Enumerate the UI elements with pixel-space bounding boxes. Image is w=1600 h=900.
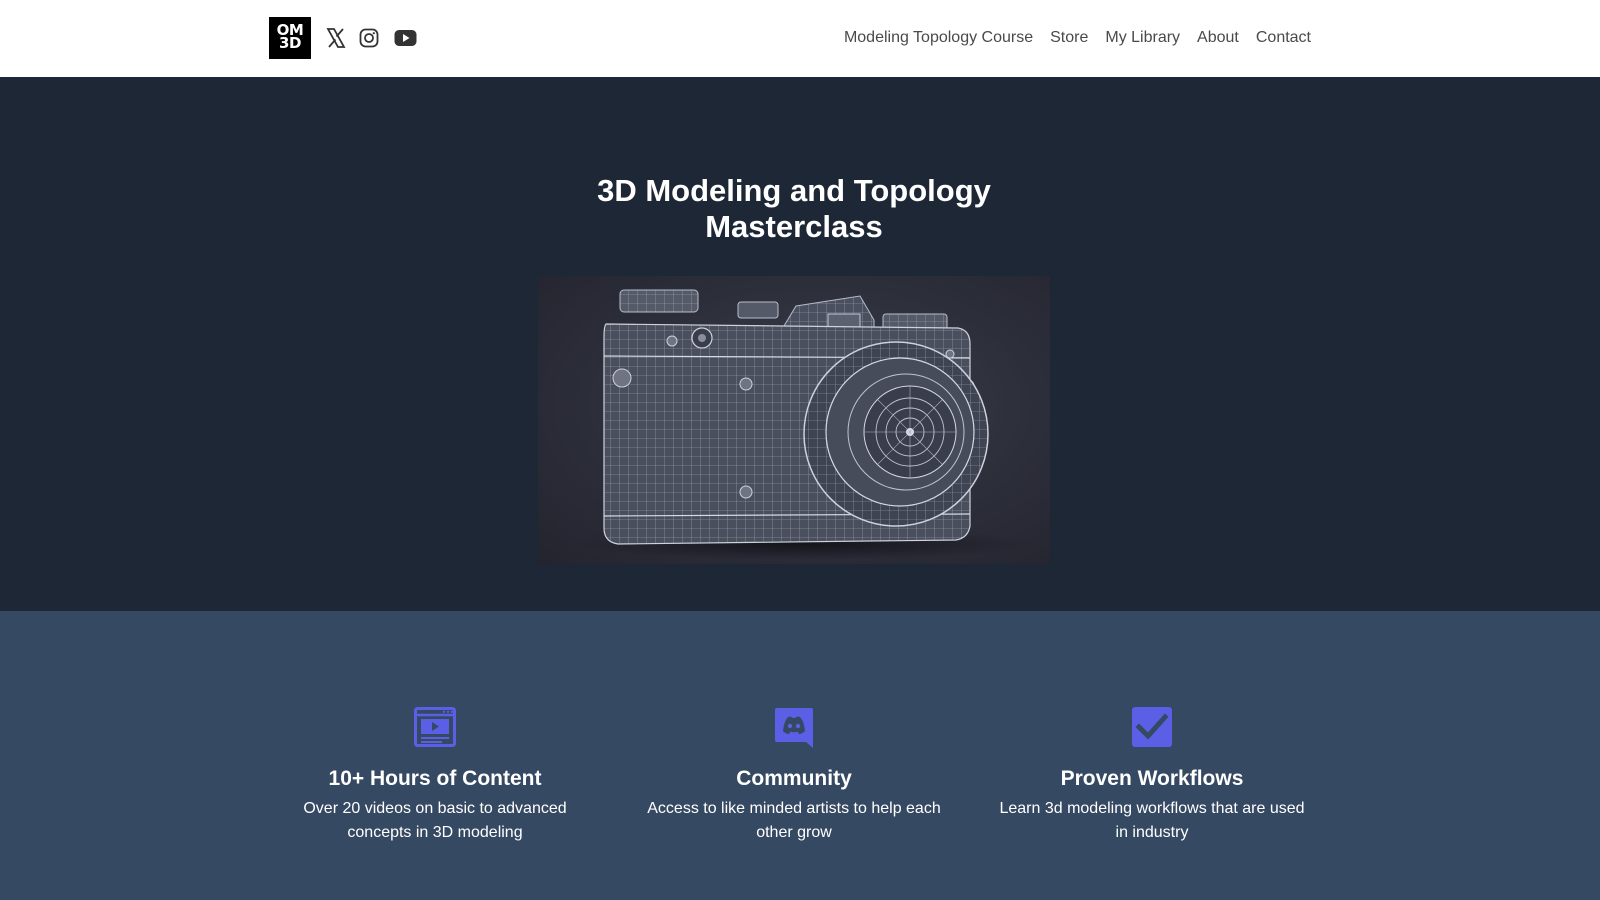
site-logo[interactable]: OM 3D xyxy=(269,17,311,59)
nav-contact[interactable]: Contact xyxy=(1256,28,1311,48)
nav-modeling-topology-course[interactable]: Modeling Topology Course xyxy=(844,28,1033,48)
hero-title: 3D Modeling and Topology Masterclass xyxy=(0,173,1588,245)
instagram-icon[interactable] xyxy=(359,26,379,50)
feature-title: Community xyxy=(736,767,852,790)
feature-description: Access to like minded artists to help ea… xyxy=(624,797,964,845)
feature-title: Proven Workflows xyxy=(1060,767,1244,790)
features-section: 10+ Hours of Content Over 20 videos on b… xyxy=(0,611,1600,900)
feature-description-line-2: concepts in 3D modeling xyxy=(347,824,523,841)
feature-description-line-2: in industry xyxy=(1115,824,1189,841)
feature-description-line-1: Access to like minded artists to help ea… xyxy=(647,800,941,817)
nav-my-library[interactable]: My Library xyxy=(1105,28,1180,48)
hero-camera-image xyxy=(538,276,1050,564)
nav-about[interactable]: About xyxy=(1197,28,1239,48)
hero-section: 3D Modeling and Topology Masterclass xyxy=(0,77,1600,611)
logo-line-2: 3D xyxy=(279,34,301,52)
feature-description: Over 20 videos on basic to advanced conc… xyxy=(265,797,605,845)
feature-description: Learn 3d modeling workflows that are use… xyxy=(982,797,1322,845)
video-player-icon xyxy=(414,706,456,748)
hero-title-line-1: 3D Modeling and Topology xyxy=(597,173,991,208)
site-header: OM 3D Modeling Topology Course Store My … xyxy=(0,0,1600,77)
x-icon[interactable] xyxy=(326,26,346,50)
nav-store[interactable]: Store xyxy=(1050,28,1088,48)
feature-title: 10+ Hours of Content xyxy=(328,767,542,790)
checkbox-check-icon xyxy=(1131,706,1173,748)
main-nav: Modeling Topology Course Store My Librar… xyxy=(844,28,1311,48)
hero-title-line-2: Masterclass xyxy=(705,209,883,244)
feature-description-line-1: Learn 3d modeling workflows that are use… xyxy=(999,800,1305,817)
feature-description-line-2: other grow xyxy=(756,824,832,841)
feature-proven-workflows: Proven Workflows Learn 3d modeling workf… xyxy=(982,706,1322,845)
feature-content-hours: 10+ Hours of Content Over 20 videos on b… xyxy=(265,706,605,845)
youtube-icon[interactable] xyxy=(394,26,417,50)
feature-community: Community Access to like minded artists … xyxy=(624,706,964,845)
feature-description-line-1: Over 20 videos on basic to advanced xyxy=(303,800,567,817)
discord-icon xyxy=(773,706,815,748)
